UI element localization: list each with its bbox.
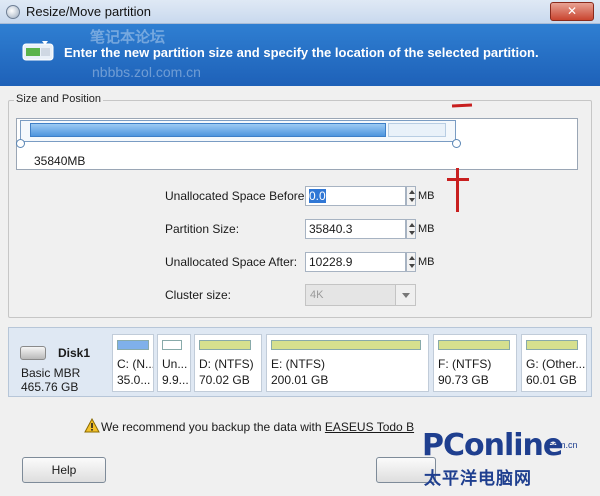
partition-resize-icon	[22, 41, 54, 61]
partition-cell-unallocated[interactable]: Un... 9.9...	[157, 334, 191, 392]
unalloc-after-unit: MB	[418, 256, 435, 268]
partition-label: G: (Other...	[526, 357, 586, 371]
instruction-banner: 笔记本论坛 nbbbs.zol.com.cn Enter the new par…	[0, 24, 600, 86]
unalloc-before-label: Unallocated Space Before:	[165, 189, 308, 203]
unalloc-before-input[interactable]: 0.0	[305, 186, 406, 206]
partition-label: E: (NTFS)	[271, 357, 325, 371]
partition-size-spinner[interactable]	[406, 219, 416, 239]
partition-bar	[438, 340, 510, 350]
group-legend: Size and Position	[14, 93, 103, 105]
hard-disk-icon	[20, 346, 46, 360]
right-resize-handle[interactable]	[452, 139, 461, 148]
backup-recommendation: We recommend you backup the data with EA…	[101, 420, 414, 434]
partition-size: 200.01 GB	[271, 373, 329, 387]
warning-icon	[84, 418, 100, 433]
pconline-logo-cn: 太平洋电脑网	[424, 469, 532, 489]
partition-size-label: 35840MB	[34, 154, 86, 168]
easeus-todo-link[interactable]: EASEUS Todo B	[325, 420, 414, 434]
unalloc-after-input[interactable]: 10228.9	[305, 252, 406, 272]
help-button[interactable]: Help	[22, 457, 106, 483]
pconline-logo-domain: .com.cn	[546, 440, 578, 450]
partition-label: C: (N...	[117, 357, 154, 371]
partition-size-field-label: Partition Size:	[165, 222, 240, 236]
left-resize-handle[interactable]	[16, 139, 25, 148]
partition-bar	[526, 340, 578, 350]
partition-used-fill	[30, 123, 386, 137]
partition-size: 70.02 GB	[199, 373, 250, 387]
partition-size: 90.73 GB	[438, 373, 489, 387]
partition-free-fill	[388, 123, 446, 137]
partition-label: F: (NTFS)	[438, 357, 492, 371]
partition-cell-g[interactable]: G: (Other... 60.01 GB	[521, 334, 587, 392]
pconline-logo-text: PConline	[422, 428, 563, 463]
close-button[interactable]: ✕	[550, 2, 594, 21]
window-title: Resize/Move partition	[26, 4, 151, 19]
title-bar: Resize/Move partition ✕	[0, 0, 600, 24]
partition-label: Un...	[162, 357, 188, 371]
partition-cell-d[interactable]: D: (NTFS) 70.02 GB	[194, 334, 262, 392]
watermark-url: nbbbs.zol.com.cn	[92, 64, 201, 80]
disk-size: 465.76 GB	[21, 380, 79, 394]
chevron-down-icon	[395, 285, 415, 305]
annotation-plus-vertical	[456, 168, 459, 212]
unalloc-before-value: 0.0	[309, 189, 326, 203]
unalloc-before-unit: MB	[418, 190, 435, 202]
cluster-size-value: 4K	[310, 289, 324, 301]
partition-bar	[271, 340, 421, 350]
partition-bar	[117, 340, 149, 350]
disk-name: Disk1	[58, 346, 91, 360]
partition-size: 60.01 GB	[526, 373, 577, 387]
partition-label: D: (NTFS)	[199, 357, 254, 371]
disk-type: Basic MBR	[21, 366, 81, 380]
partition-bar	[162, 340, 182, 350]
disk-summary: Disk1 Basic MBR 465.76 GB	[12, 330, 108, 394]
cluster-size-label: Cluster size:	[165, 288, 232, 302]
unalloc-after-spinner[interactable]	[406, 252, 416, 272]
app-icon	[6, 5, 20, 19]
partition-size: 35.0...	[117, 373, 151, 387]
pconline-logo: PConline .com.cn 太平洋电脑网	[422, 428, 598, 492]
partition-size: 9.9...	[162, 373, 189, 387]
unalloc-after-label: Unallocated Space After:	[165, 255, 298, 269]
partition-bar	[199, 340, 251, 350]
instruction-text: Enter the new partition size and specify…	[64, 45, 539, 60]
partition-size-input[interactable]: 35840.3	[305, 219, 406, 239]
watermark-text: 笔记本论坛	[90, 29, 166, 46]
unalloc-before-spinner[interactable]	[406, 186, 416, 206]
warning-text: We recommend you backup the data with	[101, 420, 325, 434]
partition-cell-e[interactable]: E: (NTFS) 200.01 GB	[266, 334, 429, 392]
cluster-size-select[interactable]: 4K	[305, 284, 416, 306]
partition-cell-c[interactable]: C: (N... 35.0...	[112, 334, 154, 392]
partition-cell-f[interactable]: F: (NTFS) 90.73 GB	[433, 334, 517, 392]
partition-size-unit: MB	[418, 223, 435, 235]
